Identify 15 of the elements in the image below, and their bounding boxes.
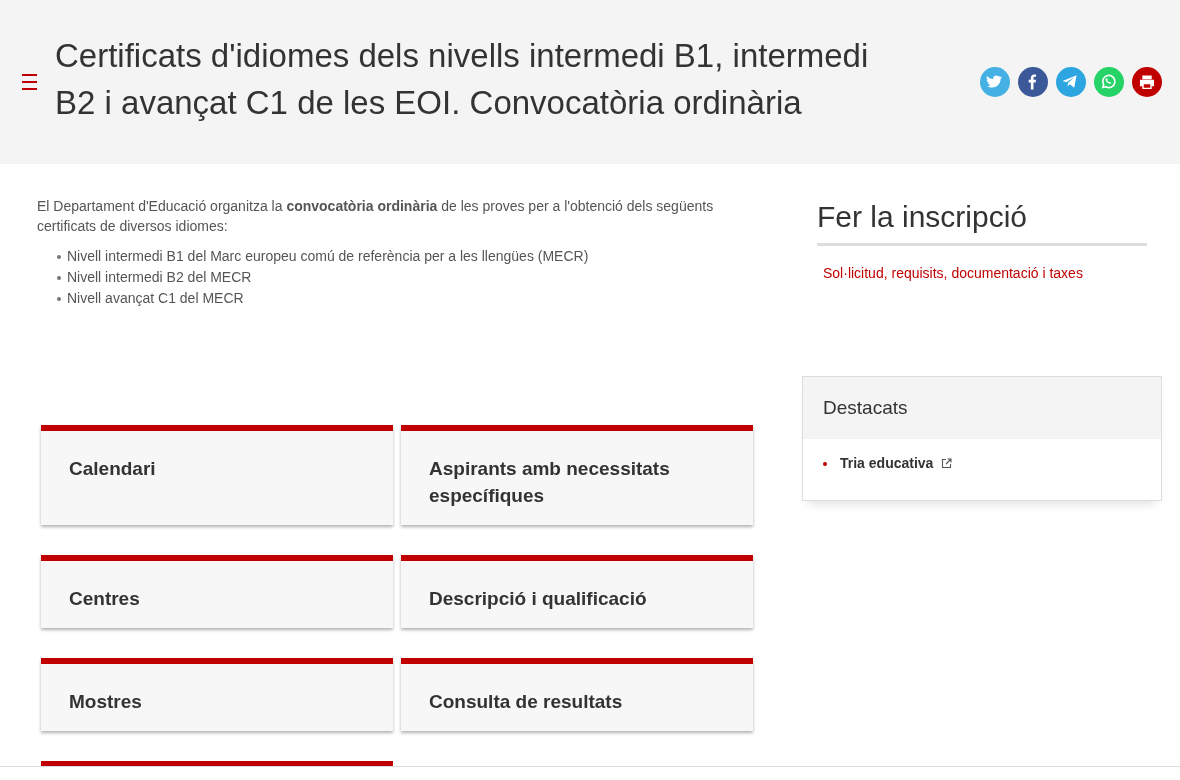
- topic-card[interactable]: Centres: [41, 555, 393, 628]
- registration-link[interactable]: Sol·licitud, requisits, documentació i taxes: [823, 263, 1180, 284]
- topic-card[interactable]: Aspirants amb necessitats específiques: [401, 425, 753, 525]
- topic-card[interactable]: Calendari: [41, 425, 393, 525]
- topic-card[interactable]: Consulta de resultats: [401, 658, 753, 731]
- panel-heading: Destacats: [823, 395, 908, 420]
- highlight-link[interactable]: Tria educativa: [840, 453, 934, 474]
- list-item: Nivell avançat C1 del MECR: [67, 289, 244, 308]
- section-heading: Fer la inscripció: [817, 199, 1029, 235]
- topic-card[interactable]: Descripció i qualificació: [401, 555, 753, 628]
- intro-paragraph: El Departament d'Educació organitza la convocatòria ordinària de les proves per a l'obtenció dels següents certificats de diversos idiomes:: [37, 197, 715, 236]
- page-title: Certificats d'idiomes dels nivells intermedi B1, intermedi B2 i avançat C1 de les EOI. Convocatòria ordinària: [55, 36, 870, 123]
- topic-card[interactable]: Mostres: [41, 658, 393, 731]
- list-item: Nivell intermedi B2 del MECR: [67, 268, 252, 287]
- list-item: Nivell intermedi B1 del Marc europeu comú de referència per a les llengües (MECR): [67, 247, 589, 266]
